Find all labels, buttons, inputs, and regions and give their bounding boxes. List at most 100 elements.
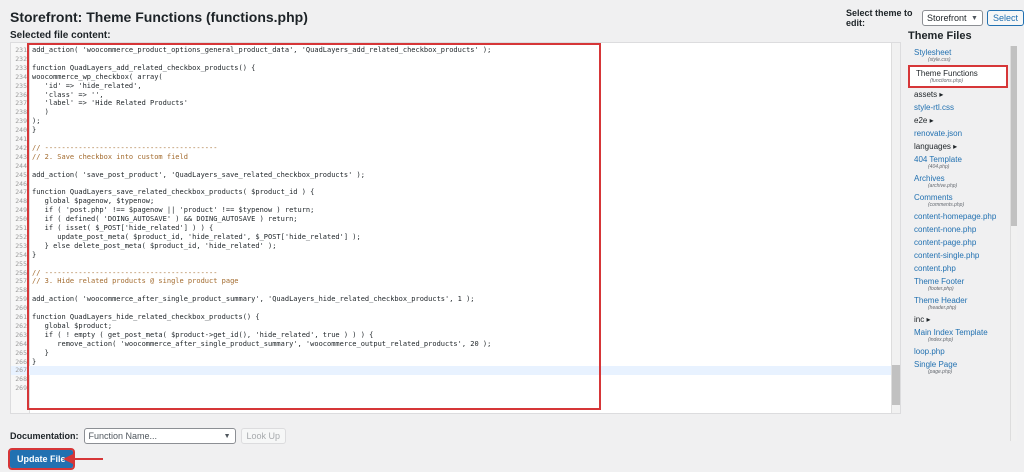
theme-file-name: Theme Footer [914, 277, 965, 286]
theme-file-item[interactable]: Single Page (page.php) [908, 358, 1008, 377]
theme-file-name: content.php [914, 264, 956, 273]
look-up-button[interactable]: Look Up [240, 428, 287, 444]
theme-file-item[interactable]: Archives (archive.php) [908, 172, 1008, 191]
select-theme-button[interactable]: Select [986, 10, 1024, 26]
line-number: 237 [15, 99, 27, 108]
line-number: 238 [15, 108, 27, 117]
editor-scrollbar-thumb[interactable] [892, 365, 900, 405]
line-number: 250 [15, 215, 27, 224]
theme-file-name: Theme Header [914, 296, 968, 305]
theme-file-name: Stylesheet [914, 48, 952, 57]
theme-file-name: Main Index Template [914, 328, 988, 337]
theme-select[interactable]: Storefront ▼ [922, 10, 983, 26]
theme-file-subname: (header.php) [928, 305, 957, 311]
line-number: 269 [15, 384, 27, 393]
line-number: 257 [15, 277, 27, 286]
line-number: 233 [15, 63, 27, 72]
line-number: 254 [15, 250, 27, 259]
files-scrollbar[interactable] [1010, 46, 1017, 441]
theme-file-name: renovate.json [914, 129, 963, 138]
line-number: 258 [15, 286, 27, 295]
line-number: 252 [15, 232, 27, 241]
theme-file-name: content-homepage.php [914, 212, 997, 221]
theme-file-item[interactable]: inc ▸ [908, 313, 1008, 326]
line-number: 231 [15, 46, 27, 54]
function-name-select[interactable]: Function Name... ▼ [83, 428, 236, 444]
theme-file-subname: (footer.php) [928, 286, 954, 292]
line-number: 235 [15, 81, 27, 90]
line-number: 234 [15, 72, 27, 81]
theme-file-item[interactable]: Theme Functions (functions.php) [908, 65, 1008, 88]
theme-file-name: languages ▸ [914, 142, 958, 151]
line-number: 246 [15, 179, 27, 188]
line-number: 264 [15, 339, 27, 348]
line-number: 249 [15, 206, 27, 215]
theme-file-name: assets ▸ [914, 90, 944, 99]
line-number: 255 [15, 259, 27, 268]
line-number: 242 [15, 143, 27, 152]
theme-file-name: e2e ▸ [914, 116, 934, 125]
line-number: 259 [15, 295, 27, 304]
documentation-row: Documentation: Function Name... ▼ Look U… [10, 428, 287, 444]
theme-file-item[interactable]: e2e ▸ [908, 114, 1008, 127]
theme-file-name: 404 Template [914, 155, 962, 164]
theme-file-subname: (comments.php) [928, 202, 965, 208]
theme-file-item[interactable]: style-rtl.css [908, 101, 1008, 114]
theme-file-name: content-page.php [914, 238, 977, 247]
theme-selector-row: Select theme to edit: Storefront ▼ Selec… [846, 8, 1024, 28]
theme-file-item[interactable]: loop.php [908, 345, 1008, 358]
theme-file-item[interactable]: Comments (comments.php) [908, 191, 1008, 210]
code-highlight-annotation [27, 43, 601, 410]
documentation-label: Documentation: [10, 431, 79, 441]
theme-file-name: content-single.php [914, 251, 980, 260]
theme-file-name: loop.php [914, 347, 945, 356]
theme-file-subname: (page.php) [928, 369, 953, 375]
line-number: 248 [15, 197, 27, 206]
arrow-left-icon [63, 454, 103, 464]
theme-file-subname: (404.php) [928, 164, 950, 170]
theme-file-item[interactable]: content-single.php [908, 249, 1008, 262]
editor-scrollbar[interactable] [891, 43, 900, 413]
line-number: 245 [15, 170, 27, 179]
theme-file-item[interactable]: assets ▸ [908, 88, 1008, 101]
theme-file-item[interactable]: Theme Footer (footer.php) [908, 275, 1008, 294]
chevron-down-icon: ▼ [971, 14, 978, 22]
theme-file-item[interactable]: languages ▸ [908, 140, 1008, 153]
theme-files-panel: Theme Files Stylesheet (style.css) Theme F… [908, 30, 1020, 441]
line-number: 262 [15, 321, 27, 330]
line-number: 256 [15, 268, 27, 277]
line-number: 243 [15, 152, 27, 161]
theme-file-item[interactable]: Theme Header (header.php) [908, 294, 1008, 313]
theme-file-name: Archives [914, 174, 945, 183]
line-number: 240 [15, 126, 27, 135]
theme-select-label: Select theme to edit: [846, 8, 913, 28]
theme-file-item[interactable]: Stylesheet (style.css) [908, 46, 1008, 65]
theme-file-item[interactable]: content-homepage.php [908, 210, 1008, 223]
chevron-down-icon: ▼ [223, 432, 231, 440]
theme-files-list: Stylesheet (style.css) Theme Functions (fun… [908, 46, 1008, 441]
line-number: 247 [15, 188, 27, 197]
line-number: 261 [15, 313, 27, 321]
line-number: 266 [15, 357, 27, 366]
theme-files-title: Theme Files [908, 30, 972, 42]
theme-file-item[interactable]: content.php [908, 262, 1008, 275]
theme-file-subname: (style.css) [928, 57, 951, 63]
line-number: 253 [15, 241, 27, 250]
line-number: 232 [15, 54, 27, 63]
theme-file-item[interactable]: renovate.json [908, 127, 1008, 140]
line-number: 267 [15, 366, 27, 375]
theme-file-item[interactable]: content-none.php [908, 223, 1008, 236]
theme-file-item[interactable]: Main Index Template (index.php) [908, 326, 1008, 345]
theme-file-subname: (index.php) [928, 337, 954, 343]
function-name-placeholder: Function Name... [88, 431, 158, 441]
line-number: 265 [15, 348, 27, 357]
files-scrollbar-thumb[interactable] [1011, 46, 1017, 226]
line-number: 263 [15, 330, 27, 339]
line-number: 251 [15, 224, 27, 232]
selected-file-label: Selected file content: [10, 30, 111, 41]
line-number: 241 [15, 135, 27, 143]
theme-file-name: Comments [914, 193, 953, 202]
page-title: Storefront: Theme Functions (functions.p… [10, 9, 308, 25]
theme-file-item[interactable]: 404 Template (404.php) [908, 153, 1008, 172]
theme-file-item[interactable]: content-page.php [908, 236, 1008, 249]
